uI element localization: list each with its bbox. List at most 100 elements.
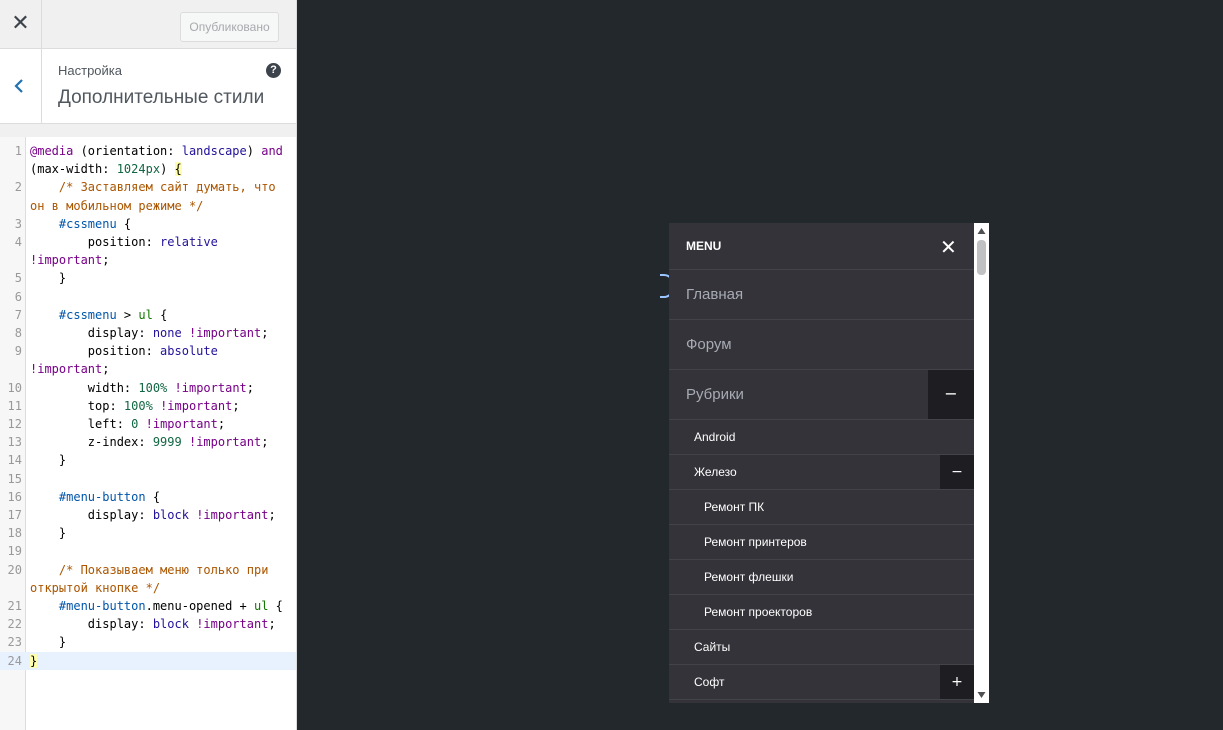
line-number: 23: [7, 635, 22, 650]
line-text[interactable]: /* Показываем меню только при: [30, 561, 296, 579]
line-text[interactable]: }: [30, 633, 296, 651]
mobile-menu-panel: MENU ✕ Главная Форум Рубрики − Android Железо…: [669, 223, 974, 703]
line-number: 14: [7, 453, 22, 468]
line-text[interactable]: }: [30, 269, 296, 287]
code-line[interactable]: 21 #menu-button.menu-opened + ul {: [0, 597, 296, 615]
line-text[interactable]: [30, 470, 296, 488]
code-line[interactable]: !important;: [0, 251, 296, 269]
line-text[interactable]: #menu-button.menu-opened + ul {: [30, 597, 296, 615]
code-line[interactable]: 16 #menu-button {: [0, 488, 296, 506]
code-lines[interactable]: 1 @media (orientation: landscape) and (max…: [0, 142, 296, 670]
code-line[interactable]: 5 }: [0, 269, 296, 287]
menu-item[interactable]: Ремонт проекторов: [669, 595, 974, 630]
code-line[interactable]: 13 z-index: 9999 !important;: [0, 433, 296, 451]
back-button[interactable]: [0, 49, 42, 123]
code-line[interactable]: 18 }: [0, 524, 296, 542]
code-line[interactable]: 15: [0, 470, 296, 488]
menu-item-label: Рубрики: [686, 386, 744, 403]
chevron-left-icon: [14, 79, 23, 93]
menu-item[interactable]: Ремонт ПК: [669, 490, 974, 525]
line-number: 10: [7, 380, 22, 395]
line-text[interactable]: открытой кнопке */: [30, 579, 296, 597]
menu-item[interactable]: Сайты: [669, 630, 974, 665]
menu-header: MENU ✕: [669, 223, 974, 270]
line-text[interactable]: (max-width: 1024px) {: [30, 160, 296, 178]
menu-item[interactable]: Форум: [669, 320, 974, 370]
code-line[interactable]: 22 display: block !important;: [0, 615, 296, 633]
code-line[interactable]: 1 @media (orientation: landscape) and: [0, 142, 296, 160]
line-text[interactable]: left: 0 !important;: [30, 415, 296, 433]
code-line[interactable]: 7 #cssmenu > ul {: [0, 306, 296, 324]
line-text[interactable]: @media (orientation: landscape) and: [30, 142, 296, 160]
line-number: 16: [7, 489, 22, 504]
menu-item[interactable]: Главная: [669, 270, 974, 320]
line-text[interactable]: display: none !important;: [30, 324, 296, 342]
collapse-icon[interactable]: −: [940, 455, 974, 489]
scroll-up-arrow-icon[interactable]: [977, 226, 986, 236]
line-number: 6: [14, 289, 22, 304]
code-line[interactable]: 2 /* Заставляем сайт думать, что: [0, 178, 296, 196]
expand-icon[interactable]: +: [940, 665, 974, 699]
code-line[interactable]: 24}: [0, 651, 296, 670]
line-text[interactable]: [30, 542, 296, 560]
menu-item[interactable]: Рубрики −: [669, 370, 974, 420]
menu-item-label: Android: [694, 430, 736, 444]
menu-item-label: Ремонт ПК: [704, 500, 765, 514]
menu-item[interactable]: Софт +: [669, 665, 974, 700]
publish-button[interactable]: Опубликовано: [180, 12, 279, 42]
scroll-down-arrow-icon[interactable]: [977, 690, 986, 700]
line-text[interactable]: /* Заставляем сайт думать, что: [30, 178, 296, 196]
code-line[interactable]: 19: [0, 542, 296, 560]
section-header: Настройка Дополнительные стили ?: [0, 49, 296, 124]
scrollbar-thumb[interactable]: [977, 240, 986, 275]
line-text[interactable]: #cssmenu > ul {: [30, 306, 296, 324]
line-text[interactable]: он в мобильном режиме */: [30, 197, 296, 215]
code-line[interactable]: открытой кнопке */: [0, 579, 296, 597]
code-line[interactable]: 4 position: relative: [0, 233, 296, 251]
line-text[interactable]: #menu-button {: [30, 488, 296, 506]
line-text[interactable]: !important;: [30, 251, 296, 269]
css-code-editor[interactable]: 1 @media (orientation: landscape) and (max…: [0, 137, 296, 730]
line-text[interactable]: }: [30, 524, 296, 542]
code-line[interactable]: 9 position: absolute: [0, 342, 296, 360]
customizer-topbar: ✕ Опубликовано: [0, 0, 296, 49]
menu-item[interactable]: Android: [669, 420, 974, 455]
code-line[interactable]: 14 }: [0, 451, 296, 469]
code-line[interactable]: 10 width: 100% !important;: [0, 379, 296, 397]
code-line[interactable]: 17 display: block !important;: [0, 506, 296, 524]
line-text[interactable]: }: [30, 652, 296, 670]
line-number: 20: [7, 562, 22, 577]
line-text[interactable]: display: block !important;: [30, 506, 296, 524]
line-number: 22: [7, 617, 22, 632]
help-icon[interactable]: ?: [266, 63, 281, 78]
line-text[interactable]: display: block !important;: [30, 615, 296, 633]
menu-item[interactable]: Ремонт принтеров: [669, 525, 974, 560]
code-line[interactable]: 8 display: none !important;: [0, 324, 296, 342]
line-text[interactable]: #cssmenu {: [30, 215, 296, 233]
menu-item-label: Ремонт проекторов: [704, 605, 813, 619]
close-icon[interactable]: ✕: [0, 0, 42, 48]
code-line[interactable]: 12 left: 0 !important;: [0, 415, 296, 433]
code-line[interactable]: он в мобильном режиме */: [0, 197, 296, 215]
menu-item[interactable]: Ремонт флешки: [669, 560, 974, 595]
menu-item[interactable]: Железо −: [669, 455, 974, 490]
line-text[interactable]: !important;: [30, 360, 296, 378]
line-text[interactable]: }: [30, 451, 296, 469]
line-text[interactable]: position: relative: [30, 233, 296, 251]
code-line[interactable]: 11 top: 100% !important;: [0, 397, 296, 415]
code-line[interactable]: !important;: [0, 360, 296, 378]
menu-item-label: Форум: [686, 336, 732, 353]
line-text[interactable]: z-index: 9999 !important;: [30, 433, 296, 451]
line-text[interactable]: top: 100% !important;: [30, 397, 296, 415]
code-line[interactable]: 6: [0, 288, 296, 306]
code-line[interactable]: (max-width: 1024px) {: [0, 160, 296, 178]
line-text[interactable]: position: absolute: [30, 342, 296, 360]
menu-close-icon[interactable]: ✕: [940, 235, 957, 259]
code-line[interactable]: 3 #cssmenu {: [0, 215, 296, 233]
collapse-icon[interactable]: −: [928, 370, 974, 419]
code-line[interactable]: 20 /* Показываем меню только при: [0, 561, 296, 579]
code-line[interactable]: 23 }: [0, 633, 296, 651]
line-text[interactable]: width: 100% !important;: [30, 379, 296, 397]
line-text[interactable]: [30, 288, 296, 306]
menu-item-label: Ремонт принтеров: [704, 535, 807, 549]
